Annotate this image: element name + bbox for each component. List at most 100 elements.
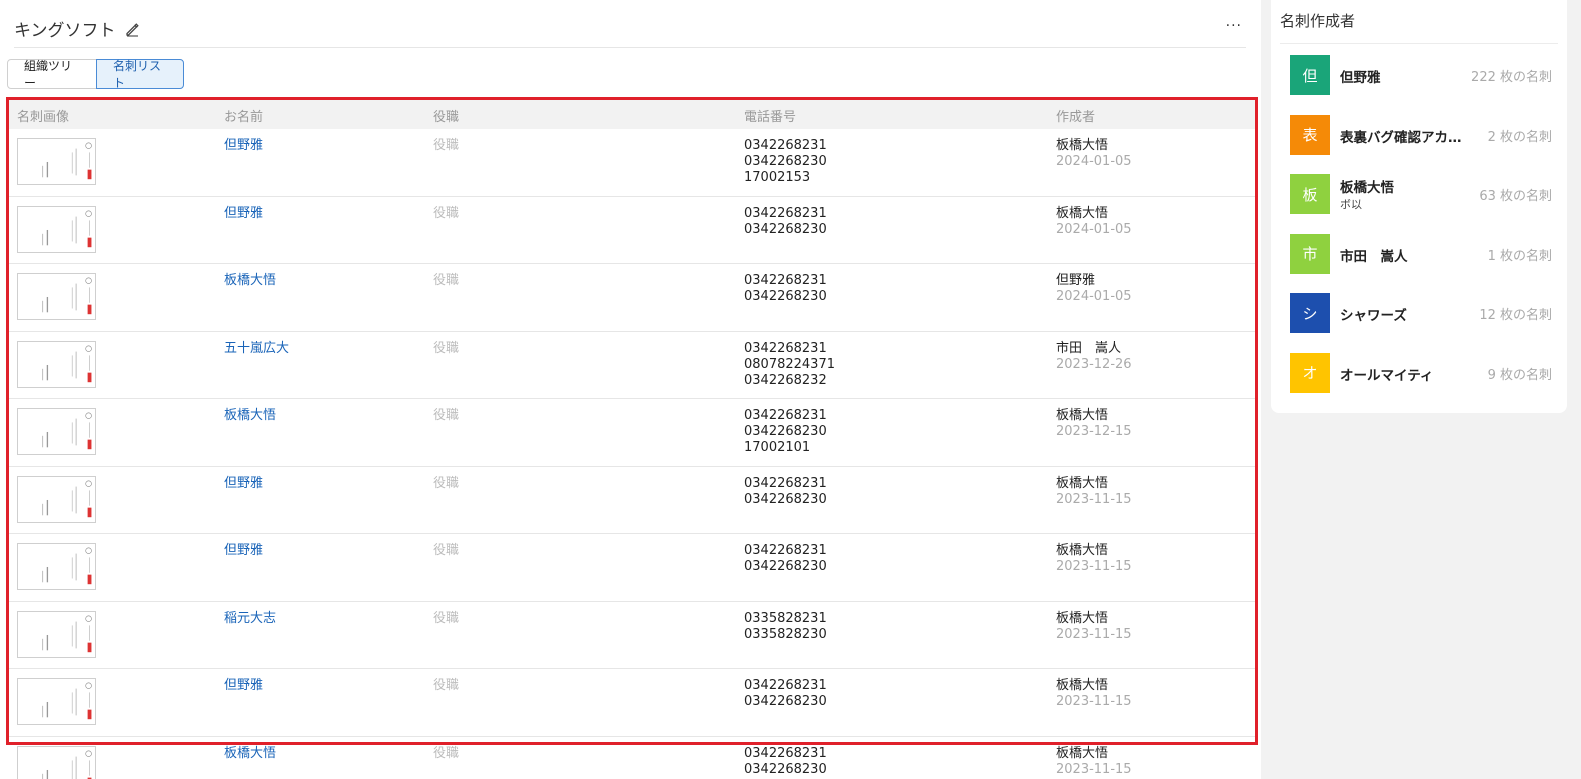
contact-name-link[interactable]: 但野雅 — [224, 138, 263, 154]
contact-name-link[interactable]: 板橋大悟 — [224, 408, 276, 424]
edit-icon[interactable] — [124, 21, 140, 37]
tab-org-tree[interactable]: 組織ツリー — [7, 59, 97, 90]
view-tabs: 組織ツリー 名刺リスト — [7, 59, 184, 90]
avatar: オ — [1290, 352, 1330, 393]
table-row[interactable]: 但野雅 役職 0342268231 0342268230 17002153 板橋大悟… — [9, 129, 1255, 197]
business-card-thumbnail[interactable] — [17, 745, 96, 779]
creator-info: 市田 嵩人 2023-12-26 — [1056, 341, 1132, 373]
table-header: 名刺画像 お名前 役職 電話番号 作成者 — [9, 100, 1255, 129]
creator-info: 板橋大悟 2024-01-05 — [1056, 138, 1132, 170]
created-date: 2023-11-15 — [1056, 559, 1132, 574]
creator-item[interactable]: シ シャワーズ 12 枚の名刺 — [1290, 293, 1552, 333]
created-date: 2024-01-05 — [1056, 289, 1132, 304]
phone-list: 0342268231 0342268230 17002153 — [744, 138, 827, 186]
creator-info: 板橋大悟 2023-11-15 — [1056, 476, 1132, 508]
creator-panel: 名刺作成者 但 但野雅 222 枚の名刺 表 表裏バグ確認アカ… 2 枚の名刺 … — [1271, 0, 1567, 413]
card-table: 名刺画像 お名前 役職 電話番号 作成者 但野雅 役職 0342268231 03… — [9, 100, 1255, 779]
business-card-thumbnail[interactable] — [17, 205, 96, 253]
creator-name: 但野雅 — [1056, 273, 1096, 288]
avatar: 板 — [1290, 174, 1330, 214]
creator-info: 板橋大悟 2023-12-15 — [1056, 408, 1132, 440]
more-menu-button[interactable]: ··· — [1226, 18, 1242, 34]
table-row[interactable]: 但野雅 役職 0342268231 0342268230 板橋大悟 2023-11… — [9, 669, 1255, 737]
avatar: シ — [1290, 293, 1330, 333]
contact-name-link[interactable]: 稲元大志 — [224, 611, 276, 627]
table-row[interactable]: 板橋大悟 役職 0342268231 0342268230 17002101 板橋大… — [9, 399, 1255, 467]
creator-info: 但野雅 2024-01-05 — [1056, 273, 1132, 305]
creator-name: 板橋大悟 — [1056, 408, 1109, 423]
business-card-thumbnail[interactable] — [17, 610, 96, 658]
creator-item-name: シャワーズ — [1340, 308, 1407, 324]
column-header-phone: 電話番号 — [744, 110, 797, 125]
business-card-thumbnail[interactable] — [17, 678, 96, 725]
table-row[interactable]: 但野雅 役職 0342268231 0342268230 板橋大悟 2024-01… — [9, 197, 1255, 264]
table-row[interactable]: 稲元大志 役職 0335828231 0335828230 板橋大悟 2023-1… — [9, 602, 1255, 669]
creator-name: 板橋大悟 — [1056, 475, 1109, 491]
creator-item[interactable]: 表 表裏バグ確認アカ… 2 枚の名刺 — [1290, 114, 1552, 155]
creator-item[interactable]: オ オールマイティ 9 枚の名刺 — [1290, 352, 1552, 393]
creator-info: 板橋大悟 2023-11-15 — [1056, 543, 1132, 575]
creator-name: 板橋大悟 — [1056, 745, 1109, 761]
business-card-thumbnail[interactable] — [17, 408, 96, 455]
phone-list: 0342268231 0342268230 — [744, 543, 827, 575]
creator-name: 板橋大悟 — [1056, 543, 1109, 558]
contact-role: 役職 — [433, 273, 460, 288]
phone-number: 0335828231 — [744, 610, 827, 626]
card-count: 12 枚の名刺 — [1479, 308, 1552, 323]
contact-name-link[interactable]: 但野雅 — [224, 543, 263, 559]
business-card-thumbnail[interactable] — [17, 273, 96, 320]
contact-name-link[interactable]: 但野雅 — [224, 476, 263, 492]
creator-info: 板橋大悟 2024-01-05 — [1056, 206, 1132, 238]
phone-number: 0342268231 — [744, 205, 827, 221]
contact-name-link[interactable]: 但野雅 — [224, 206, 263, 222]
card-count: 1 枚の名刺 — [1487, 248, 1552, 264]
table-row[interactable]: 五十嵐広大 役職 0342268231 08078224371 0342268232… — [9, 332, 1255, 399]
phone-list: 0335828231 0335828230 — [744, 611, 827, 643]
tab-card-list[interactable]: 名刺リスト — [96, 59, 184, 90]
contact-name-link[interactable]: 五十嵐広大 — [224, 341, 289, 357]
table-row[interactable]: 板橋大悟 役職 0342268231 0342268230 板橋大悟 2023-1… — [9, 737, 1255, 779]
contact-name-link[interactable]: 板橋大悟 — [224, 273, 276, 289]
business-card-thumbnail[interactable] — [17, 543, 96, 590]
contact-role: 役職 — [433, 745, 460, 761]
business-card-thumbnail[interactable] — [17, 138, 96, 185]
creator-name: 板橋大悟 — [1056, 138, 1109, 153]
phone-number: 0335828230 — [744, 626, 827, 642]
business-card-thumbnail[interactable] — [17, 475, 96, 523]
phone-number: 0342268230 — [744, 694, 827, 709]
main-panel: キングソフト ··· 組織ツリー 名刺リスト 名刺画像 お名前 役職 電話番号 … — [0, 0, 1261, 779]
phone-list: 0342268231 0342268230 — [744, 746, 827, 778]
contact-role: 役職 — [433, 678, 460, 693]
contact-role: 役職 — [433, 475, 460, 491]
phone-number: 0342268230 — [744, 154, 827, 169]
phone-number: 0342268231 — [744, 138, 827, 153]
table-body: 但野雅 役職 0342268231 0342268230 17002153 板橋大悟… — [9, 129, 1255, 779]
creator-item[interactable]: 板 板橋大悟 ボ以 63 枚の名刺 — [1290, 174, 1552, 214]
phone-number: 0342268230 — [744, 491, 827, 507]
creator-item[interactable]: 市 市田 嵩人 1 枚の名刺 — [1290, 233, 1552, 274]
page-title: キングソフト — [14, 21, 116, 41]
avatar: 但 — [1290, 55, 1330, 95]
phone-number: 0342268230 — [744, 221, 827, 237]
column-header-image: 名刺画像 — [17, 110, 70, 125]
creator-item-name: 板橋大悟 — [1340, 180, 1394, 196]
table-row[interactable]: 但野雅 役職 0342268231 0342268230 板橋大悟 2023-11… — [9, 534, 1255, 602]
avatar: 市 — [1290, 233, 1330, 274]
created-date: 2024-01-05 — [1056, 221, 1132, 237]
phone-number: 0342268231 — [744, 475, 827, 491]
contact-name-link[interactable]: 但野雅 — [224, 678, 263, 694]
contact-name-link[interactable]: 板橋大悟 — [224, 746, 276, 762]
contact-role: 役職 — [433, 340, 460, 356]
business-card-thumbnail[interactable] — [17, 340, 96, 388]
column-header-creator: 作成者 — [1056, 110, 1096, 125]
divider — [1280, 43, 1558, 44]
phone-number: 0342268230 — [744, 559, 827, 574]
phone-list: 0342268231 08078224371 0342268232 — [744, 341, 835, 389]
created-date: 2023-11-15 — [1056, 761, 1132, 777]
phone-number: 17002101 — [744, 440, 811, 455]
creator-item[interactable]: 但 但野雅 222 枚の名刺 — [1290, 55, 1552, 95]
table-row[interactable]: 但野雅 役職 0342268231 0342268230 板橋大悟 2023-11… — [9, 467, 1255, 534]
column-header-name: お名前 — [224, 110, 264, 125]
creator-info: 板橋大悟 2023-11-15 — [1056, 746, 1132, 778]
table-row[interactable]: 板橋大悟 役職 0342268231 0342268230 但野雅 2024-01… — [9, 264, 1255, 332]
